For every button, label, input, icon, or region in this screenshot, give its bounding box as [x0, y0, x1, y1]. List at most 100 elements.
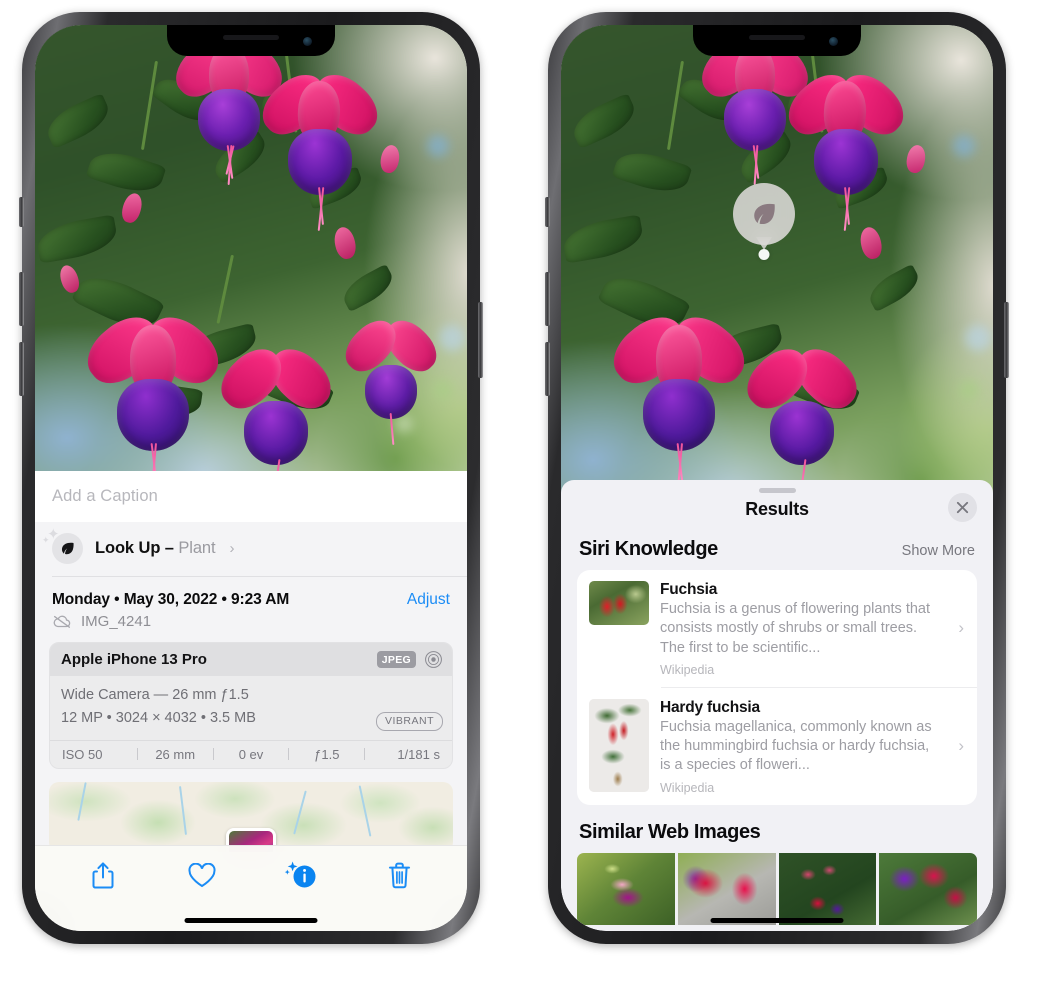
sparkle-icon: ✦	[42, 535, 50, 545]
location-map[interactable]	[49, 781, 453, 852]
left-phone-screen: Add a Caption ✦ ✦ Look Up – Plant › Mond…	[35, 25, 467, 931]
bokeh	[959, 380, 979, 400]
power-button[interactable]	[478, 302, 483, 378]
exif-stat: 0 ev	[238, 746, 264, 762]
web-image-thumbnail[interactable]	[879, 852, 977, 925]
chevron-right-icon: ›	[958, 618, 964, 638]
photo-viewer[interactable]	[561, 25, 993, 495]
chevron-right-icon: ›	[229, 540, 235, 557]
mute-switch[interactable]	[19, 197, 24, 227]
look-up-subject: Plant	[178, 539, 216, 557]
volume-up-button[interactable]	[545, 272, 550, 326]
chevron-right-icon: ›	[958, 736, 964, 756]
heart-icon	[187, 862, 216, 887]
share-icon	[92, 862, 113, 888]
volume-down-button[interactable]	[545, 342, 550, 396]
exif-details: Wide Camera — 26 mm ƒ1.5 12 MP • 3024 × …	[50, 676, 452, 740]
fuchsia-bloom	[211, 338, 341, 471]
similar-web-images-grid	[561, 852, 993, 925]
knowledge-title: Hardy fuchsia	[660, 698, 760, 716]
fuchsia-bloom	[252, 63, 388, 231]
home-indicator[interactable]	[710, 918, 844, 923]
fuchsia-bloom	[602, 305, 756, 489]
date-row: Monday • May 30, 2022 • 9:23 AM Adjust	[35, 577, 467, 609]
front-camera	[303, 37, 312, 46]
exif-header: Apple iPhone 13 Pro JPEG	[50, 643, 452, 676]
photo-viewer[interactable]	[35, 25, 467, 471]
trash-icon	[389, 862, 410, 888]
look-up-prefix: Look Up –	[95, 539, 174, 557]
knowledge-body: Hardy fuchsia Fuchsia magellanica, commo…	[660, 699, 965, 795]
web-image-thumbnail[interactable]	[577, 852, 675, 925]
knowledge-thumbnail	[589, 581, 649, 625]
visual-lookup-dot	[758, 249, 770, 260]
close-button[interactable]	[948, 493, 977, 522]
web-image-thumbnail[interactable]	[677, 852, 776, 925]
screenshot-root: Add a Caption ✦ ✦ Look Up – Plant › Mond…	[0, 0, 1055, 985]
adjust-button[interactable]: Adjust	[407, 591, 450, 609]
results-sheet: Results Siri Knowledge Show More Fuchsia…	[561, 480, 993, 931]
knowledge-body: Fuchsia Fuchsia is a genus of flowering …	[660, 581, 965, 677]
left-phone-device: Add a Caption ✦ ✦ Look Up – Plant › Mond…	[19, 12, 483, 944]
knowledge-item[interactable]: Fuchsia Fuchsia is a genus of flowering …	[577, 570, 977, 687]
bokeh	[439, 325, 465, 351]
knowledge-thumbnail	[589, 698, 649, 792]
photo-date: Monday • May 30, 2022 • 9:23 AM	[52, 591, 290, 608]
bokeh	[953, 135, 975, 157]
leaf-icon: ✦ ✦	[42, 527, 83, 564]
knowledge-description: Fuchsia magellanica, commonly known as t…	[660, 718, 932, 774]
aperture-icon	[425, 651, 442, 668]
file-name: IMG_4241	[81, 613, 152, 630]
knowledge-description: Fuchsia is a genus of flowering plants t…	[660, 601, 931, 656]
volume-down-button[interactable]	[19, 342, 24, 396]
sheet-title: Results	[745, 499, 809, 519]
exif-stats: ISO 50 26 mm 0 ev ƒ1.5 1/181 s	[50, 739, 452, 768]
section-title: Similar Web Images	[579, 820, 761, 843]
earpiece-speaker	[223, 35, 279, 40]
siri-knowledge-header: Siri Knowledge Show More	[561, 530, 993, 570]
web-image-thumbnail[interactable]	[778, 852, 877, 925]
favorite-button[interactable]	[180, 857, 224, 893]
show-more-button[interactable]: Show More	[902, 543, 975, 559]
fuchsia-bloom	[778, 63, 914, 231]
fuchsia-bloom	[76, 305, 230, 471]
home-indicator[interactable]	[184, 918, 318, 923]
section-title: Siri Knowledge	[579, 538, 718, 560]
close-icon	[956, 501, 969, 514]
device-notch	[167, 25, 335, 56]
look-up-row[interactable]: ✦ ✦ Look Up – Plant ›	[35, 522, 467, 576]
knowledge-source: Wikipedia	[660, 662, 715, 677]
exif-stat: ISO 50	[62, 746, 103, 762]
fuchsia-bloom	[737, 338, 867, 495]
cloud-slash-icon	[53, 615, 71, 628]
leaf-icon	[754, 203, 775, 225]
file-row: IMG_4241	[35, 609, 467, 642]
delete-button[interactable]	[378, 857, 422, 893]
exif-stat: 26 mm	[155, 746, 196, 762]
knowledge-item[interactable]: Hardy fuchsia Fuchsia magellanica, commo…	[577, 688, 977, 805]
volume-up-button[interactable]	[19, 272, 24, 326]
siri-knowledge-card: Fuchsia Fuchsia is a genus of flowering …	[577, 570, 977, 805]
info-sparkle-icon	[284, 861, 315, 888]
share-button[interactable]	[81, 857, 125, 893]
power-button[interactable]	[1004, 302, 1009, 378]
caption-field[interactable]: Add a Caption	[35, 471, 467, 522]
exif-card[interactable]: Apple iPhone 13 Pro JPEG Wide Camera — 2…	[49, 642, 453, 769]
bokeh	[427, 135, 449, 157]
right-phone-device: Results Siri Knowledge Show More Fuchsia…	[545, 12, 1009, 944]
similar-web-images-header: Similar Web Images	[561, 805, 993, 853]
visual-lookup-badge[interactable]	[733, 183, 795, 245]
sheet-header: Results	[561, 493, 993, 530]
mute-switch[interactable]	[545, 197, 550, 227]
knowledge-source: Wikipedia	[660, 780, 715, 795]
info-body: ✦ ✦ Look Up – Plant › Monday • May 30, 2…	[35, 522, 467, 852]
fuchsia-bloom	[337, 311, 445, 446]
info-button[interactable]	[279, 857, 323, 893]
lens-line: Wide Camera — 26 mm ƒ1.5	[61, 687, 249, 703]
bokeh	[965, 325, 991, 351]
exif-stat: ƒ1.5	[314, 746, 340, 762]
format-badge: JPEG	[376, 651, 416, 668]
knowledge-title: Fuchsia	[660, 581, 718, 598]
camera-device: Apple iPhone 13 Pro	[61, 651, 207, 668]
style-badge: VIBRANT	[375, 711, 443, 731]
